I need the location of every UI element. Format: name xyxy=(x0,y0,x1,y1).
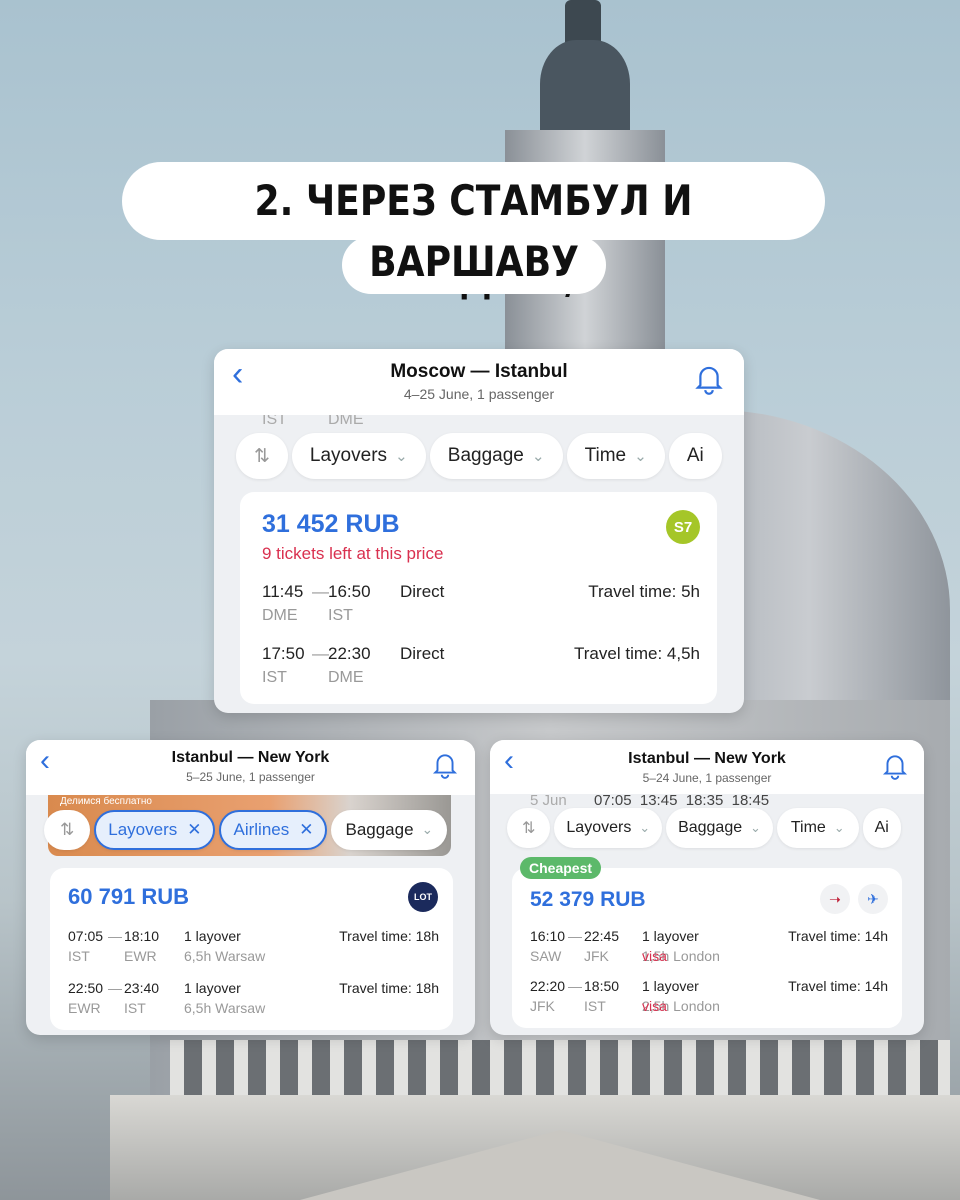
back-button[interactable]: ‹ xyxy=(504,744,514,778)
back-button[interactable]: ‹ xyxy=(40,744,50,778)
filter-bar: ⇅ Layovers ✕ Airlines ✕ Baggage ⌄ xyxy=(44,810,447,850)
sort-icon: ⇅ xyxy=(60,820,75,839)
screen-title: Istanbul — New York xyxy=(628,750,786,767)
filter-baggage[interactable]: Baggage ⌄ xyxy=(331,810,447,850)
filter-baggage[interactable]: Baggage ⌄ xyxy=(429,433,563,479)
chevron-down-icon: ⌄ xyxy=(531,448,545,465)
screen-subtitle: 5–24 June, 1 passenger xyxy=(642,771,772,785)
close-icon: ✕ xyxy=(187,820,202,839)
screen-subtitle: 4–25 June, 1 passenger xyxy=(403,386,555,402)
ticket-price: 60 791 RUB xyxy=(68,884,190,909)
screen-subtitle: 5–25 June, 1 passenger xyxy=(186,770,315,784)
bell-icon[interactable] xyxy=(882,752,908,780)
colonnade xyxy=(170,1040,950,1100)
behind-text: 07:05 13:45 18:35 18:45 xyxy=(594,792,770,809)
lot-logo: LOT xyxy=(408,882,438,912)
tickets-left-note: 9 tickets left at this price xyxy=(262,544,444,563)
filter-layovers[interactable]: Layovers ⌄ xyxy=(554,808,663,848)
header: ‹ Moscow — Istanbul 4–25 June, 1 passeng… xyxy=(214,349,744,415)
sort-icon: ⇅ xyxy=(254,445,270,467)
screen-title: Moscow — Istanbul xyxy=(390,361,568,382)
sort-button[interactable]: ⇅ xyxy=(236,433,288,479)
close-icon: ✕ xyxy=(299,820,314,839)
cheapest-badge: Cheapest xyxy=(520,857,602,879)
british-airways-logo: ➝ xyxy=(820,884,850,914)
chevron-down-icon: ⌄ xyxy=(639,820,651,835)
screen-moscow-istanbul: IST DME ‹ Moscow — Istanbul 4–25 June, 1… xyxy=(214,349,744,713)
header: ‹ Istanbul — New York 5–24 June, 1 passe… xyxy=(490,740,924,794)
filter-time[interactable]: Time ⌄ xyxy=(566,433,665,479)
filter-layovers[interactable]: Layovers ✕ xyxy=(94,810,216,850)
ticket-price: 52 379 RUB xyxy=(530,888,646,911)
filter-airlines[interactable]: Airlines ✕ xyxy=(219,810,328,850)
chevron-down-icon: ⌄ xyxy=(421,822,433,837)
header: ‹ Istanbul — New York 5–25 June, 1 passe… xyxy=(26,740,475,795)
back-button[interactable]: ‹ xyxy=(232,355,243,394)
headline-line2: ВАРШАВУ xyxy=(342,236,606,294)
ticket-card[interactable]: 52 379 RUB ➝ ✈ 16:10—22:45 SAW JFK 1 layo… xyxy=(512,868,902,1028)
filter-bar: ⇅ Layovers ⌄ Baggage ⌄ Time ⌄ Ai xyxy=(236,433,722,479)
chevron-down-icon: ⌄ xyxy=(395,448,408,465)
ticket-card[interactable]: 60 791 RUB LOT 07:05—18:10 IST EWR 1 layo… xyxy=(50,868,453,1030)
s7-logo: S7 xyxy=(666,510,700,544)
ticket-card[interactable]: 31 452 RUB 9 tickets left at this price … xyxy=(240,492,717,704)
filter-airlines[interactable]: Ai xyxy=(862,808,901,848)
ticket-price: 31 452 RUB xyxy=(262,510,400,538)
screen-istanbul-newyork-2: 5 Jun 07:05 13:45 18:35 18:45 ‹ Istanbul… xyxy=(490,740,924,1035)
filter-time[interactable]: Time ⌄ xyxy=(776,808,859,848)
sort-button[interactable]: ⇅ xyxy=(44,810,91,850)
chevron-down-icon: ⌄ xyxy=(833,820,845,835)
screen-istanbul-newyork-1: Делимся бесплатно ‹ Istanbul — New York … xyxy=(26,740,475,1035)
filter-layovers[interactable]: Layovers ⌄ xyxy=(291,433,426,479)
behind-text: 5 Jun xyxy=(530,792,567,809)
chevron-down-icon: ⌄ xyxy=(750,820,761,835)
filter-airlines[interactable]: Ai xyxy=(668,433,722,479)
filter-bar: ⇅ Layovers ⌄ Baggage ⌄ Time ⌄ Ai xyxy=(507,808,901,848)
headline-line1: 2. ЧЕРЕЗ СТАМБУЛ И ЛОНДОН / xyxy=(122,162,825,303)
pediment xyxy=(300,1130,820,1200)
bell-icon[interactable] xyxy=(694,363,724,395)
screen-title: Istanbul — New York xyxy=(171,749,330,766)
american-airlines-logo: ✈ xyxy=(858,884,888,914)
sort-icon: ⇅ xyxy=(522,820,536,837)
filter-baggage[interactable]: Baggage ⌄ xyxy=(666,808,773,848)
bell-icon[interactable] xyxy=(432,751,458,779)
sort-button[interactable]: ⇅ xyxy=(507,808,551,848)
chevron-down-icon: ⌄ xyxy=(634,448,647,465)
